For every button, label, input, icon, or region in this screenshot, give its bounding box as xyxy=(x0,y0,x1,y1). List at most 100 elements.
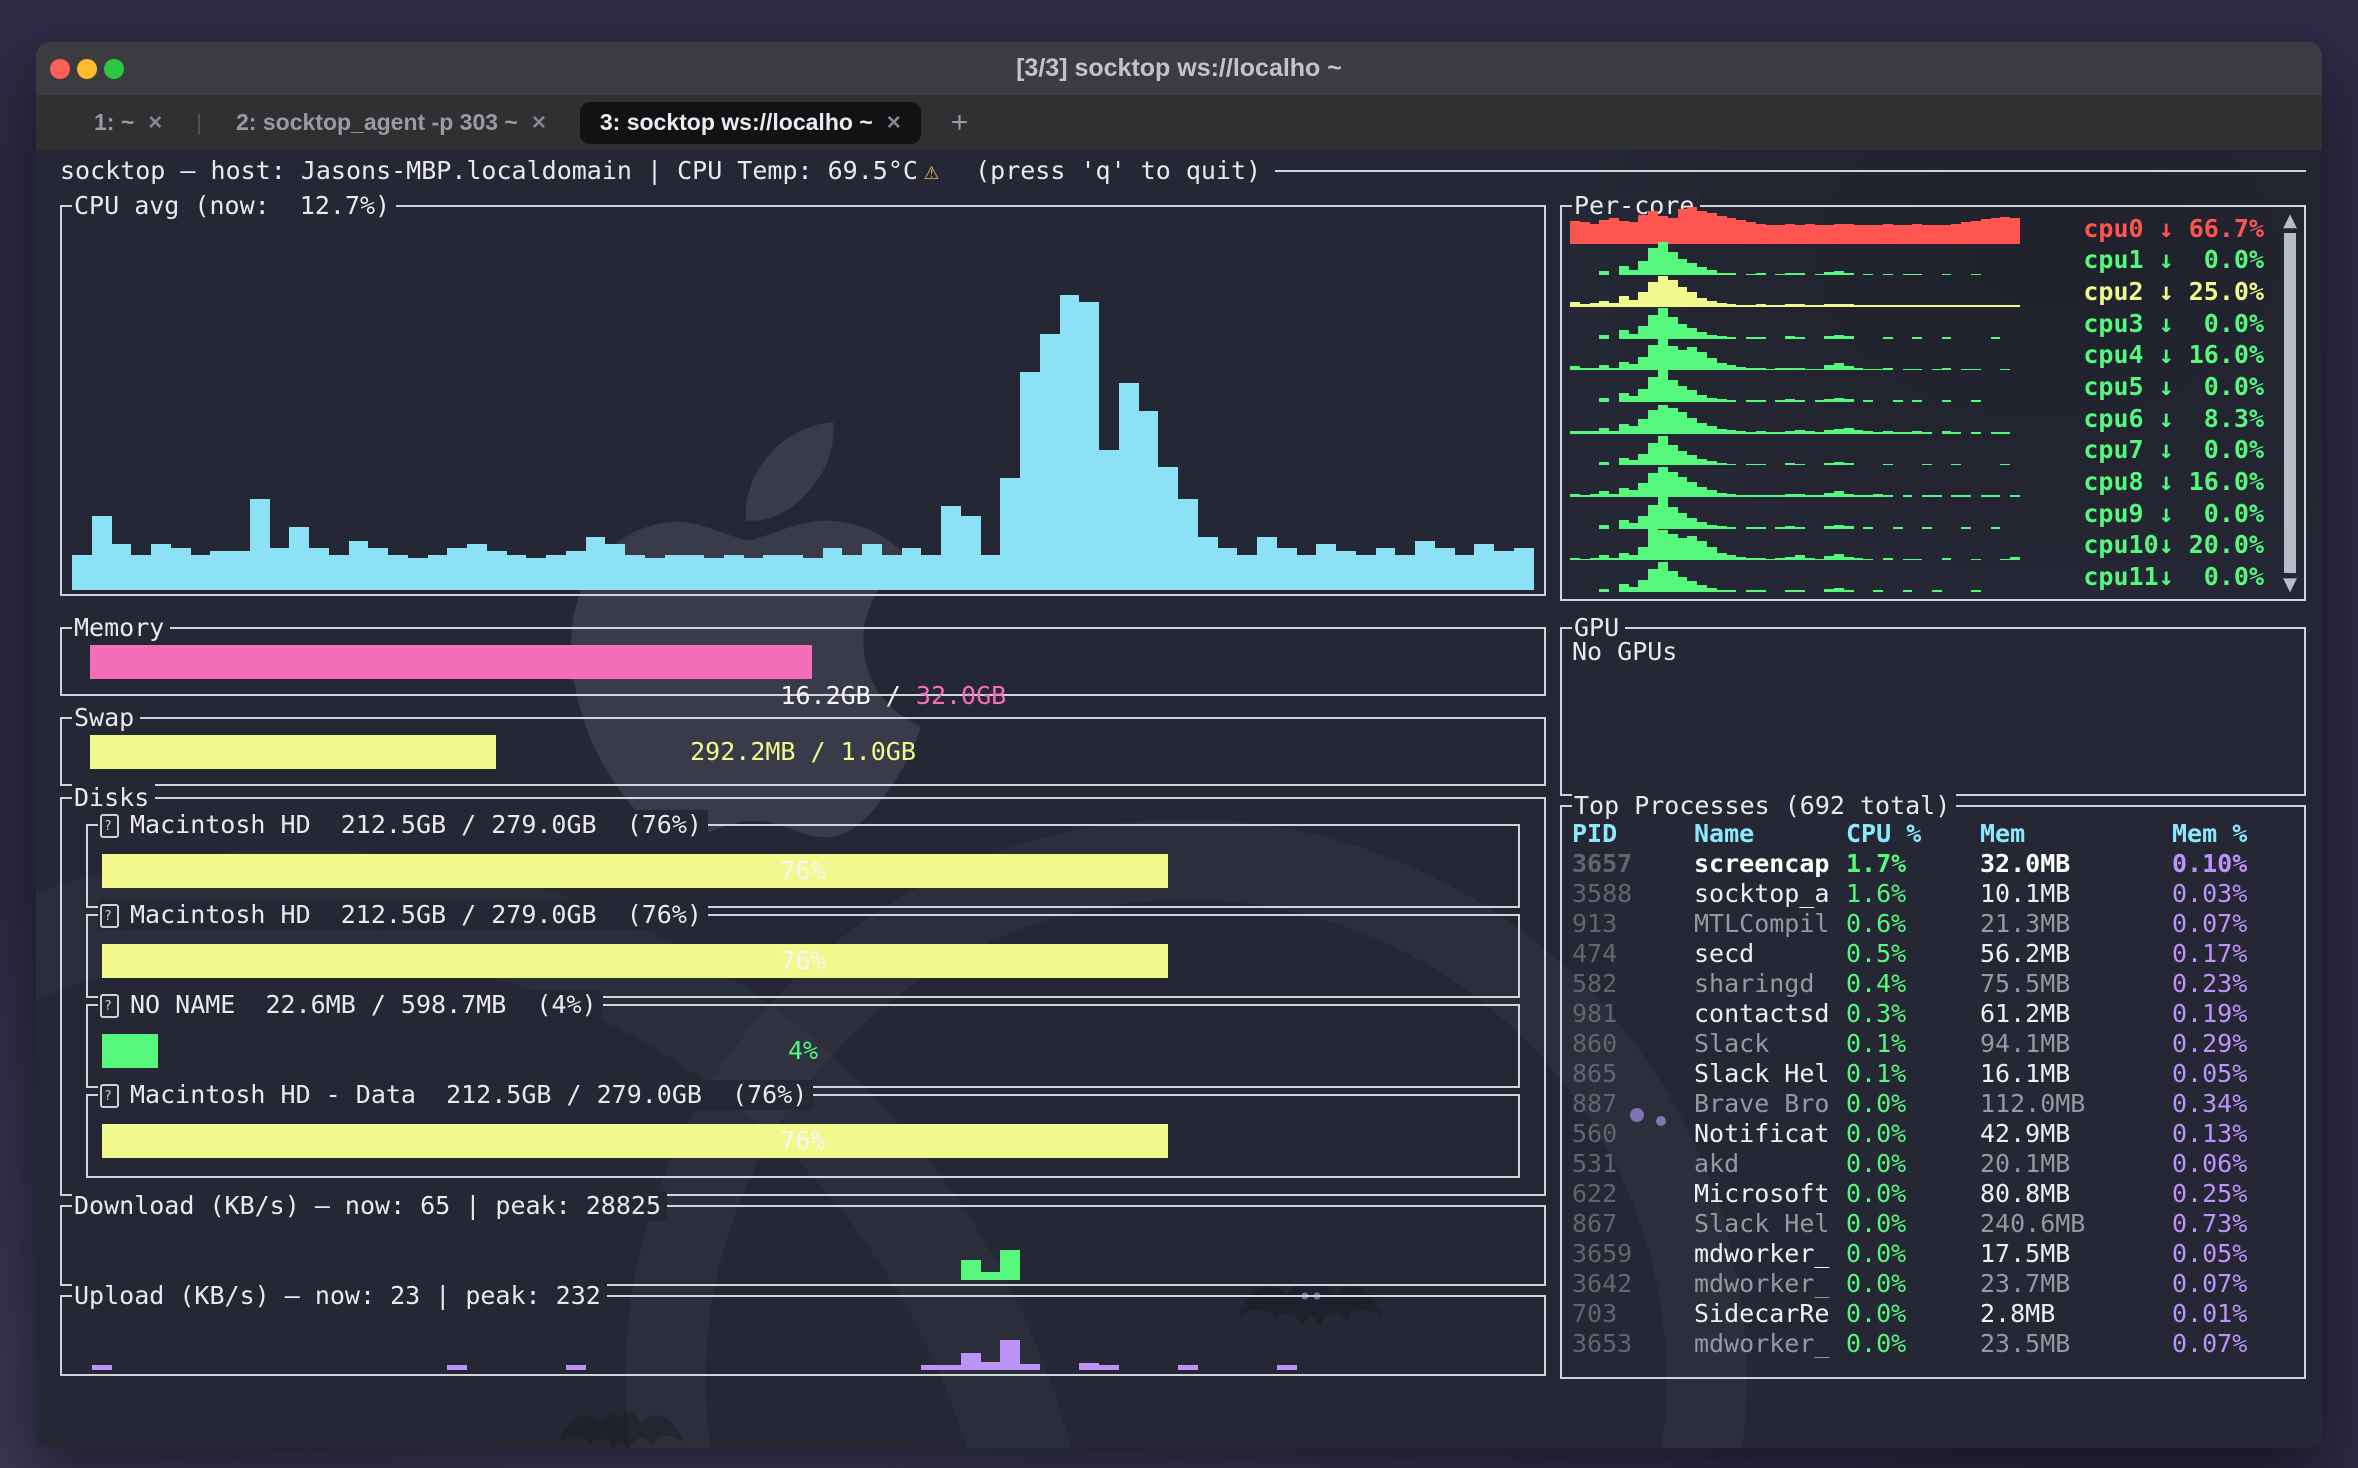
process-row-cell[interactable]: 61.2MB xyxy=(1980,999,2172,1029)
process-row-cell[interactable]: 0.1% xyxy=(1846,1059,1980,1089)
tab-close-icon[interactable]: × xyxy=(887,109,901,137)
tab-2[interactable]: 2: socktop_agent -p 303 ~× xyxy=(216,102,566,144)
process-row-cell[interactable]: 0.0% xyxy=(1846,1179,1980,1209)
process-row-cell[interactable]: Microsoft xyxy=(1694,1179,1846,1209)
process-row-cell[interactable]: 0.3% xyxy=(1846,999,1980,1029)
process-row-cell[interactable]: screencap xyxy=(1694,849,1846,879)
process-row-cell[interactable]: 10.1MB xyxy=(1980,879,2172,909)
process-row-cell[interactable]: 860 xyxy=(1572,1029,1694,1059)
process-row-cell[interactable]: 0.0% xyxy=(1846,1329,1980,1359)
process-row-cell[interactable]: secd xyxy=(1694,939,1846,969)
tab-3[interactable]: 3: socktop ws://localho ~× xyxy=(580,102,921,144)
column-header[interactable]: CPU % xyxy=(1846,819,1980,849)
process-row-cell[interactable]: 887 xyxy=(1572,1089,1694,1119)
window-titlebar[interactable]: [3/3] socktop ws://localho ~ xyxy=(36,42,2322,95)
process-row-cell[interactable]: MTLCompil xyxy=(1694,909,1846,939)
process-row-cell[interactable]: 0.07% xyxy=(2172,1269,2296,1299)
process-row-cell[interactable]: 1.6% xyxy=(1846,879,1980,909)
process-row-cell[interactable]: 981 xyxy=(1572,999,1694,1029)
column-header[interactable]: PID xyxy=(1572,819,1694,849)
process-row-cell[interactable]: 0.10% xyxy=(2172,849,2296,879)
process-row-cell[interactable]: 42.9MB xyxy=(1980,1119,2172,1149)
process-row-cell[interactable]: 865 xyxy=(1572,1059,1694,1089)
process-row-cell[interactable]: 0.25% xyxy=(2172,1179,2296,1209)
process-row-cell[interactable]: 0.05% xyxy=(2172,1239,2296,1269)
process-row-cell[interactable]: 3642 xyxy=(1572,1269,1694,1299)
process-row-cell[interactable]: 3657 xyxy=(1572,849,1694,879)
process-row-cell[interactable]: 23.7MB xyxy=(1980,1269,2172,1299)
process-row-cell[interactable]: SidecarRe xyxy=(1694,1299,1846,1329)
scroll-up-icon[interactable]: ▲ xyxy=(2283,211,2297,231)
process-row-cell[interactable]: 80.8MB xyxy=(1980,1179,2172,1209)
process-row-cell[interactable]: 112.0MB xyxy=(1980,1089,2172,1119)
process-row-cell[interactable]: 3588 xyxy=(1572,879,1694,909)
process-row-cell[interactable]: 0.19% xyxy=(2172,999,2296,1029)
process-row-cell[interactable]: 0.07% xyxy=(2172,909,2296,939)
process-row-cell[interactable]: 531 xyxy=(1572,1149,1694,1179)
scrollbar-thumb[interactable] xyxy=(2284,233,2296,573)
column-header[interactable]: Mem xyxy=(1980,819,2172,849)
process-row-cell[interactable]: akd xyxy=(1694,1149,1846,1179)
process-row-cell[interactable]: Slack xyxy=(1694,1029,1846,1059)
column-header[interactable]: Name xyxy=(1694,819,1846,849)
process-row-cell[interactable]: Notificat xyxy=(1694,1119,1846,1149)
column-header[interactable]: Mem % xyxy=(2172,819,2296,849)
process-row-cell[interactable]: 0.07% xyxy=(2172,1329,2296,1359)
process-row-cell[interactable]: 913 xyxy=(1572,909,1694,939)
process-row-cell[interactable]: Slack Hel xyxy=(1694,1209,1846,1239)
tab-close-icon[interactable]: × xyxy=(532,109,546,137)
process-row-cell[interactable]: 240.6MB xyxy=(1980,1209,2172,1239)
process-row-cell[interactable]: 0.0% xyxy=(1846,1209,1980,1239)
scroll-down-icon[interactable]: ▼ xyxy=(2283,575,2297,595)
process-row-cell[interactable]: 0.13% xyxy=(2172,1119,2296,1149)
process-row-cell[interactable]: socktop_a xyxy=(1694,879,1846,909)
process-row-cell[interactable]: 582 xyxy=(1572,969,1694,999)
process-row-cell[interactable]: 0.73% xyxy=(2172,1209,2296,1239)
process-row-cell[interactable]: 0.0% xyxy=(1846,1119,1980,1149)
process-row-cell[interactable]: 21.3MB xyxy=(1980,909,2172,939)
process-row-cell[interactable]: 23.5MB xyxy=(1980,1329,2172,1359)
process-row-cell[interactable]: 0.0% xyxy=(1846,1149,1980,1179)
process-row-cell[interactable]: 0.29% xyxy=(2172,1029,2296,1059)
process-row-cell[interactable]: 0.0% xyxy=(1846,1239,1980,1269)
process-row-cell[interactable]: 0.0% xyxy=(1846,1269,1980,1299)
process-row-cell[interactable]: mdworker_ xyxy=(1694,1329,1846,1359)
process-row-cell[interactable]: 474 xyxy=(1572,939,1694,969)
process-row-cell[interactable]: 1.7% xyxy=(1846,849,1980,879)
process-row-cell[interactable]: 2.8MB xyxy=(1980,1299,2172,1329)
process-row-cell[interactable]: mdworker_ xyxy=(1694,1269,1846,1299)
process-row-cell[interactable]: 0.34% xyxy=(2172,1089,2296,1119)
process-row-cell[interactable]: 0.06% xyxy=(2172,1149,2296,1179)
process-row-cell[interactable]: 94.1MB xyxy=(1980,1029,2172,1059)
process-row-cell[interactable]: 75.5MB xyxy=(1980,969,2172,999)
process-row-cell[interactable]: 867 xyxy=(1572,1209,1694,1239)
process-row-cell[interactable]: 0.03% xyxy=(2172,879,2296,909)
process-row-cell[interactable]: 0.0% xyxy=(1846,1299,1980,1329)
process-row-cell[interactable]: Slack Hel xyxy=(1694,1059,1846,1089)
process-row-cell[interactable]: 703 xyxy=(1572,1299,1694,1329)
process-row-cell[interactable]: sharingd xyxy=(1694,969,1846,999)
process-row-cell[interactable]: 16.1MB xyxy=(1980,1059,2172,1089)
tab-close-icon[interactable]: × xyxy=(148,109,162,137)
process-row-cell[interactable]: 0.5% xyxy=(1846,939,1980,969)
process-row-cell[interactable]: Brave Bro xyxy=(1694,1089,1846,1119)
process-row-cell[interactable]: 17.5MB xyxy=(1980,1239,2172,1269)
process-row-cell[interactable]: 0.17% xyxy=(2172,939,2296,969)
process-row-cell[interactable]: 0.4% xyxy=(1846,969,1980,999)
process-row-cell[interactable]: 560 xyxy=(1572,1119,1694,1149)
process-row-cell[interactable]: 0.6% xyxy=(1846,909,1980,939)
process-row-cell[interactable]: 3653 xyxy=(1572,1329,1694,1359)
scrollbar-track[interactable] xyxy=(2284,233,2296,573)
process-row-cell[interactable]: mdworker_ xyxy=(1694,1239,1846,1269)
process-row-cell[interactable]: 0.01% xyxy=(2172,1299,2296,1329)
new-tab-button[interactable]: + xyxy=(935,106,985,140)
process-row-cell[interactable]: 3659 xyxy=(1572,1239,1694,1269)
percore-scrollbar[interactable]: ▲ ▼ xyxy=(2279,211,2301,595)
process-row-cell[interactable]: 0.05% xyxy=(2172,1059,2296,1089)
process-row-cell[interactable]: 0.1% xyxy=(1846,1029,1980,1059)
process-row-cell[interactable]: 0.23% xyxy=(2172,969,2296,999)
process-row-cell[interactable]: 20.1MB xyxy=(1980,1149,2172,1179)
process-row-cell[interactable]: contactsd xyxy=(1694,999,1846,1029)
process-row-cell[interactable]: 56.2MB xyxy=(1980,939,2172,969)
process-row-cell[interactable]: 0.0% xyxy=(1846,1089,1980,1119)
